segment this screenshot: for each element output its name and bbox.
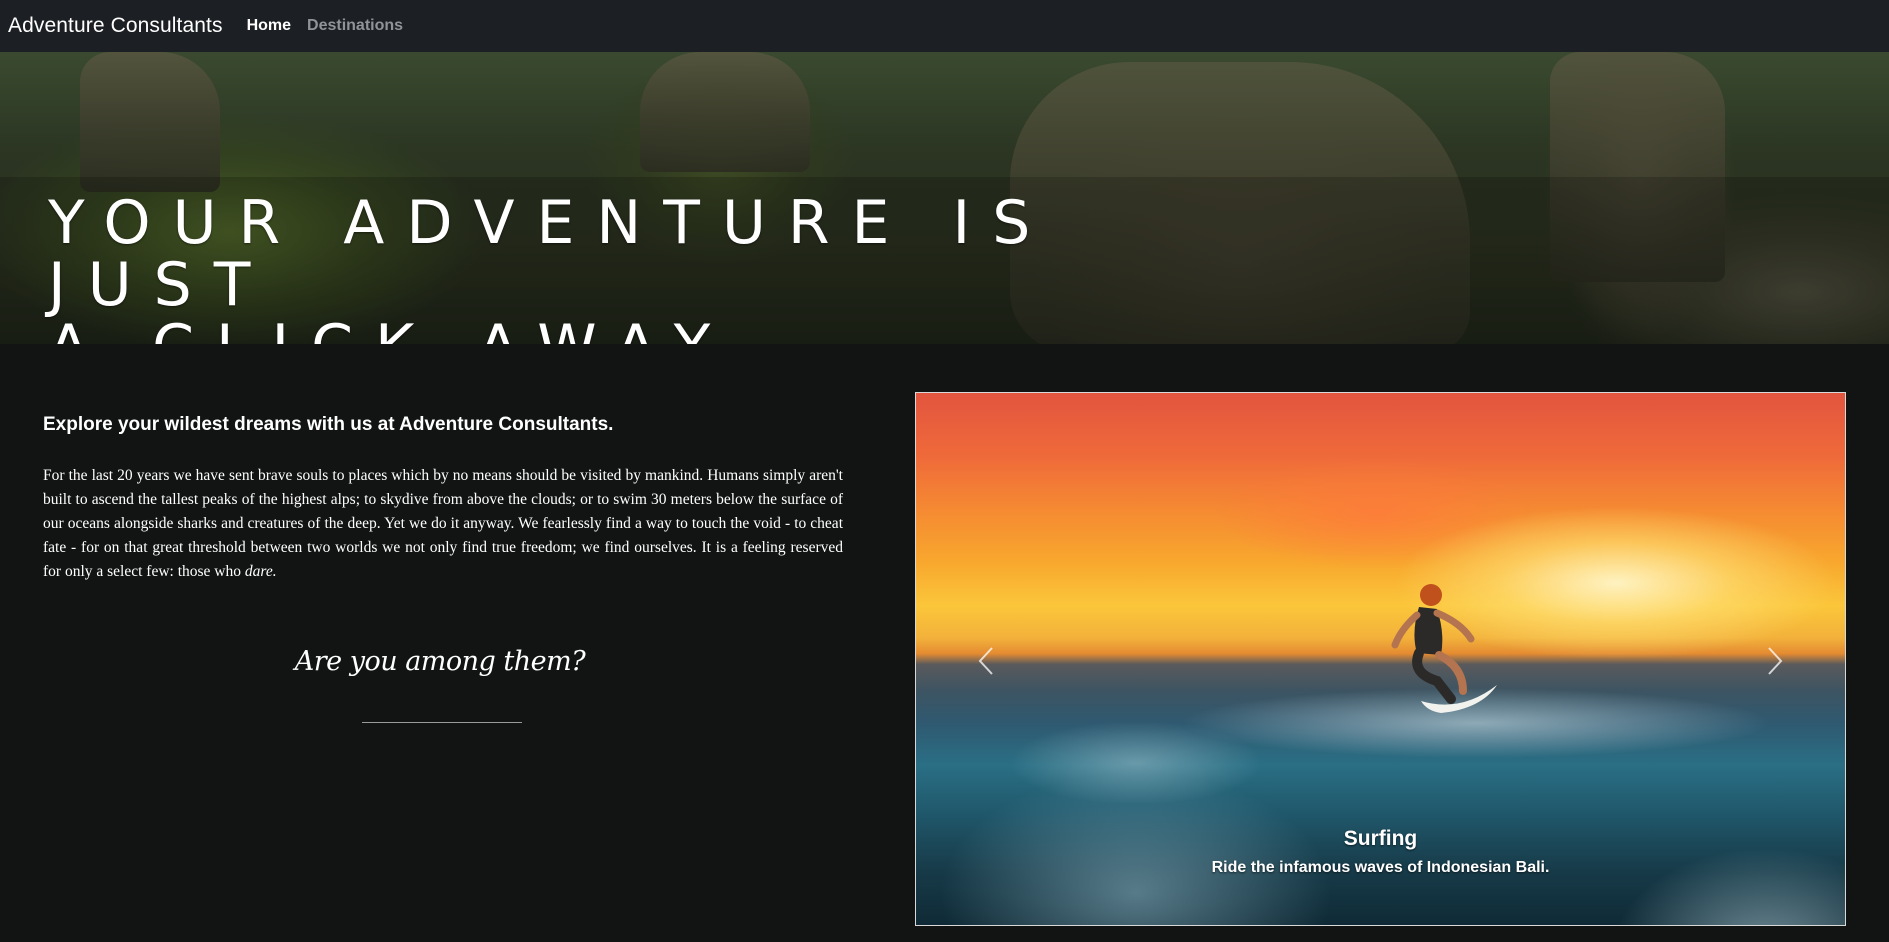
intro-paragraph-body: For the last 20 years we have sent brave…: [43, 467, 843, 580]
hero-title: YOUR ADVENTURE IS JUST A CLICK AWAY.: [48, 192, 1148, 344]
nav-link-destinations[interactable]: Destinations: [307, 17, 403, 35]
hero-rock-center: [640, 52, 810, 172]
carousel-prev-button[interactable]: [966, 633, 1006, 689]
carousel-next-button[interactable]: [1755, 633, 1795, 689]
hero-banner: YOUR ADVENTURE IS JUST A CLICK AWAY.: [0, 52, 1889, 344]
chevron-right-icon: [1768, 647, 1783, 675]
intro-emphasis: dare.: [244, 563, 277, 580]
intro-paragraph: For the last 20 years we have sent brave…: [43, 464, 843, 584]
intro-heading: Explore your wildest dreams with us at A…: [43, 414, 614, 435]
hero-title-line-2: A CLICK AWAY.: [48, 316, 1148, 344]
hero-title-line-1: YOUR ADVENTURE IS JUST: [48, 188, 1053, 320]
hero-rock-left: [80, 52, 220, 192]
surfer-silhouette: [1391, 584, 1497, 713]
tagline: Are you among them?: [294, 646, 586, 677]
image-carousel[interactable]: Surfing Ride the infamous waves of Indon…: [915, 392, 1846, 926]
nav-link-home[interactable]: Home: [247, 17, 291, 35]
chevron-left-icon: [978, 647, 993, 675]
slide-caption-text: Ride the infamous waves of Indonesian Ba…: [1211, 859, 1550, 876]
slide-caption-title: Surfing: [1343, 827, 1418, 850]
navbar: Adventure Consultants Home Destinations: [0, 0, 1889, 52]
divider: [362, 722, 522, 723]
brand-logo-text[interactable]: Adventure Consultants: [8, 14, 223, 38]
